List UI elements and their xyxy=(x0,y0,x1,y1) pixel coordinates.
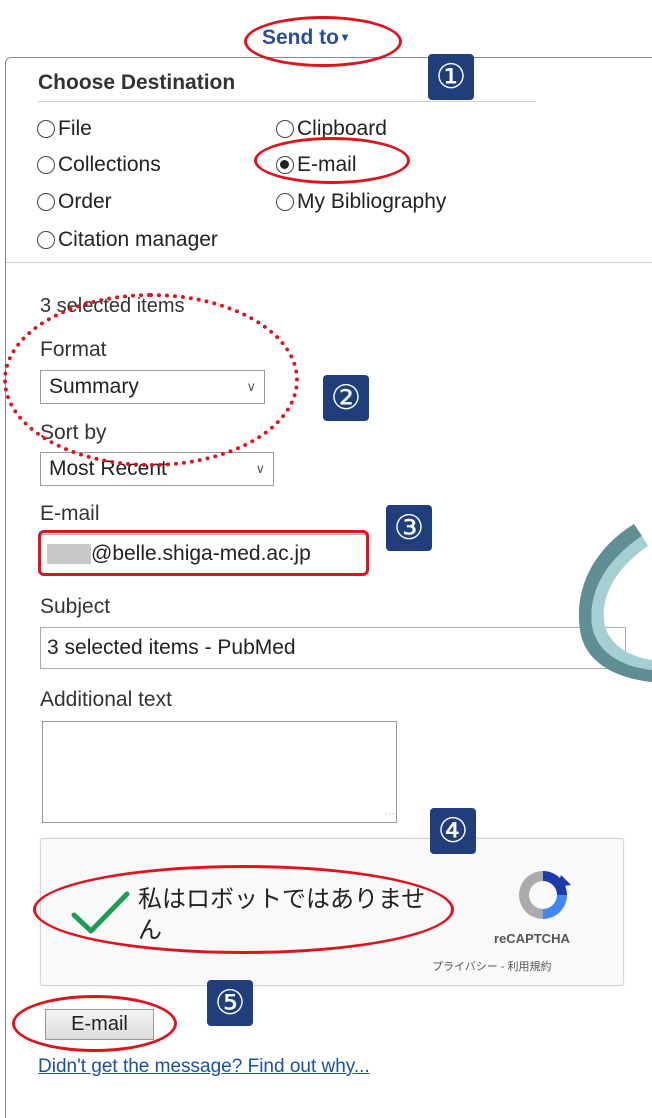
radio-circle-icon[interactable] xyxy=(37,193,55,211)
radio-label: File xyxy=(58,117,92,140)
radio-my-bibliography[interactable]: My Bibliography xyxy=(276,190,446,214)
annotation-oval-email xyxy=(254,137,410,184)
step-badge-3: ③ xyxy=(386,505,432,551)
step-badge-5: ⑤ xyxy=(207,980,253,1026)
radio-circle-icon[interactable] xyxy=(37,120,55,138)
radio-citation-manager[interactable]: Citation manager xyxy=(37,228,218,252)
radio-label: My Bibliography xyxy=(297,190,447,213)
step-badge-4: ④ xyxy=(430,808,476,854)
radio-collections[interactable]: Collections xyxy=(37,153,161,177)
ribbon-decoration-icon xyxy=(578,524,652,682)
divider xyxy=(38,101,536,102)
email-label: E-mail xyxy=(40,502,100,525)
subject-value: 3 selected items - PubMed xyxy=(47,636,296,659)
subject-input[interactable]: 3 selected items - PubMed xyxy=(40,627,626,669)
additional-text-label: Additional text xyxy=(40,688,172,711)
radio-label: Order xyxy=(58,190,112,213)
resize-grip-icon[interactable]: ⋯ xyxy=(385,809,395,820)
step-badge-2: ② xyxy=(323,375,369,421)
divider xyxy=(6,262,652,263)
step-badge-1: ① xyxy=(428,54,474,100)
radio-circle-icon[interactable] xyxy=(37,156,55,174)
annotation-oval-send-to xyxy=(244,16,402,67)
radio-circle-icon[interactable] xyxy=(276,193,294,211)
annotation-dotted-format-sort xyxy=(3,293,299,467)
annotation-box-email xyxy=(38,530,369,576)
radio-label: Citation manager xyxy=(58,228,218,251)
choose-destination-heading: Choose Destination xyxy=(38,71,236,94)
radio-order[interactable]: Order xyxy=(37,190,112,214)
help-link[interactable]: Didn't get the message? Find out why... xyxy=(38,1056,370,1078)
radio-circle-icon[interactable] xyxy=(276,120,294,138)
chevron-down-icon: ∨ xyxy=(255,461,265,476)
radio-label: Collections xyxy=(58,153,161,176)
annotation-oval-captcha xyxy=(33,865,454,954)
annotation-oval-email-button xyxy=(12,995,177,1052)
recaptcha-logo-icon xyxy=(519,871,571,919)
recaptcha-privacy-terms[interactable]: プライバシー - 利用規約 xyxy=(432,958,552,974)
radio-circle-icon[interactable] xyxy=(37,231,55,249)
recaptcha-brand: reCAPTCHA xyxy=(494,931,570,946)
additional-text-textarea[interactable]: ⋯ xyxy=(42,721,397,823)
subject-label: Subject xyxy=(40,595,111,618)
radio-file[interactable]: File xyxy=(37,117,92,141)
